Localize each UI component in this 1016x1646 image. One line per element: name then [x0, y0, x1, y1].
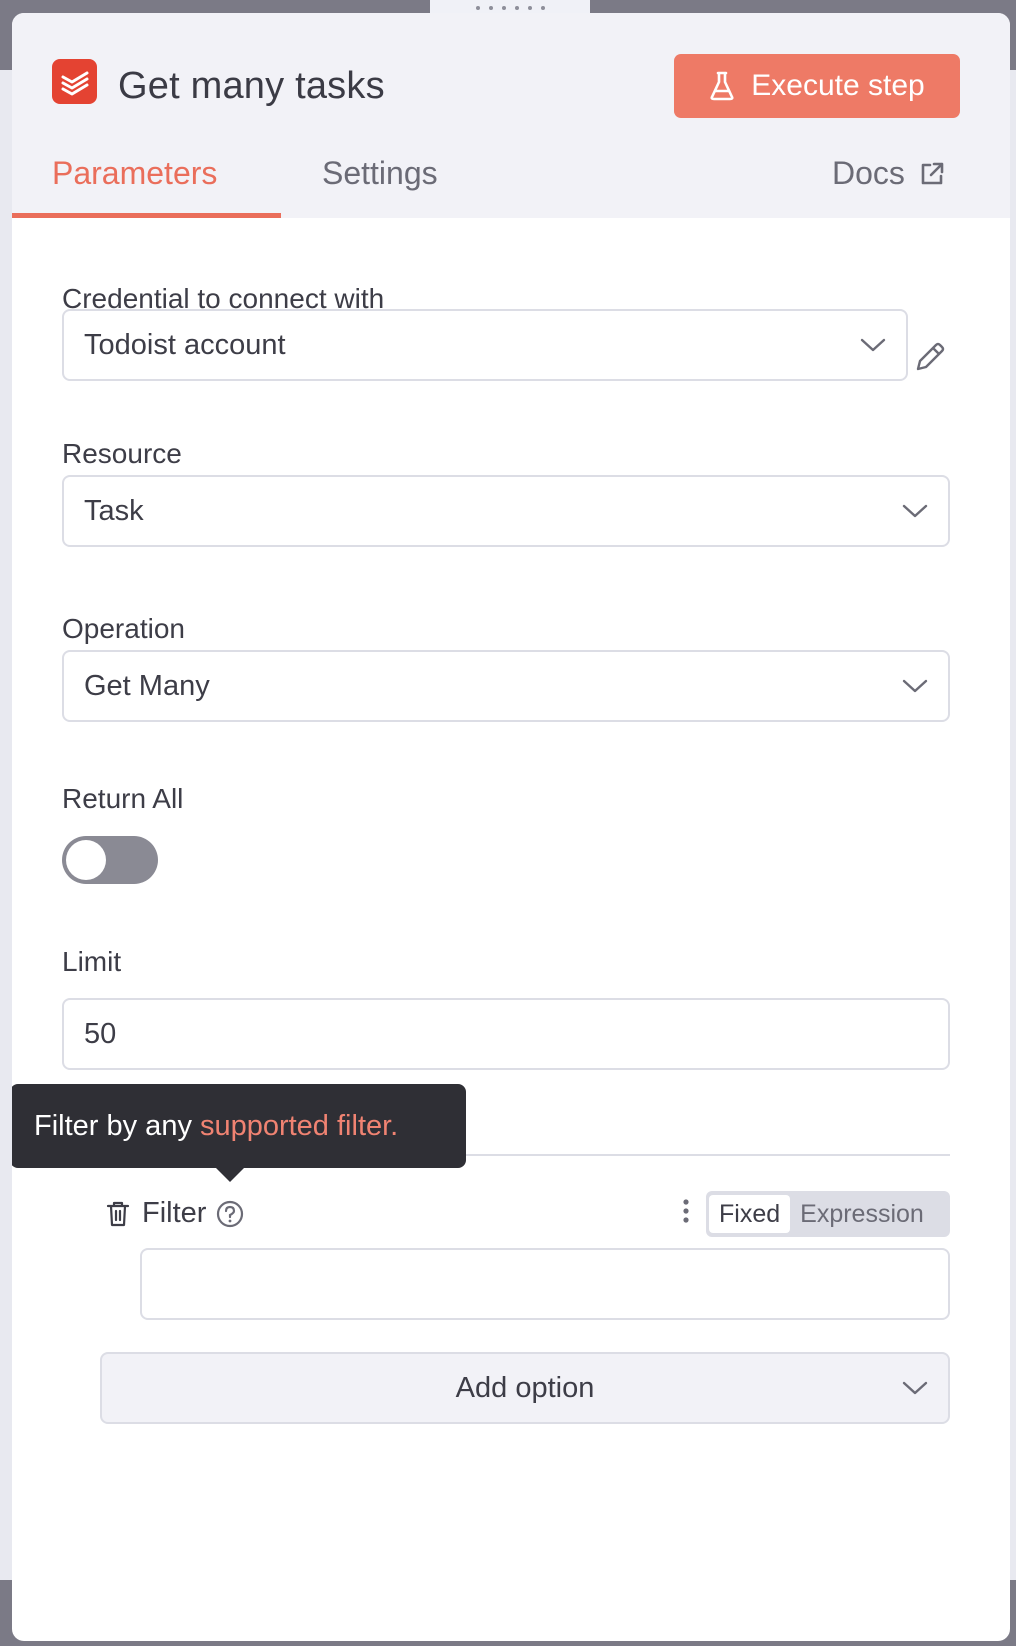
chevron-down-icon [860, 338, 886, 352]
chevron-down-icon [902, 504, 928, 518]
tooltip-arrow [216, 1168, 244, 1182]
return-all-toggle[interactable] [62, 836, 158, 884]
filter-help-tooltip: Filter by any supported filter. [12, 1084, 466, 1182]
filter-input[interactable] [140, 1248, 950, 1320]
limit-input[interactable]: 50 [62, 998, 950, 1070]
node-parameters-panel: Get many tasks Execute step Parameters S… [12, 13, 1010, 1641]
tab-parameters[interactable]: Parameters [52, 155, 217, 192]
resource-value: Task [84, 494, 144, 527]
edit-credential-pencil-icon[interactable] [912, 341, 946, 375]
filter-option-header: Filter [106, 1197, 244, 1230]
flask-icon [710, 71, 734, 101]
mode-fixed-button[interactable]: Fixed [709, 1195, 791, 1233]
fixed-expression-toggle: Fixed Expression [706, 1191, 950, 1237]
trash-icon[interactable] [106, 1200, 130, 1228]
filter-label: Filter [142, 1197, 207, 1229]
credential-value: Todoist account [84, 328, 286, 361]
toggle-knob [66, 840, 106, 880]
add-option-button[interactable]: Add option [100, 1352, 950, 1424]
execute-step-label: Execute step [751, 69, 925, 102]
mode-expression-button[interactable]: Expression [790, 1200, 924, 1229]
operation-select[interactable]: Get Many [62, 650, 950, 722]
canvas-left-edge [0, 70, 12, 1580]
todoist-icon [52, 59, 97, 104]
supported-filter-link[interactable]: supported filter. [200, 1110, 398, 1143]
resource-select[interactable]: Task [62, 475, 950, 547]
node-title[interactable]: Get many tasks [118, 65, 385, 108]
add-option-label: Add option [455, 1371, 595, 1404]
chevron-down-icon [902, 679, 928, 693]
credential-select[interactable]: Todoist account [62, 309, 908, 381]
return-all-label: Return All [62, 783, 184, 814]
active-tab-indicator [12, 213, 281, 218]
execute-step-button[interactable]: Execute step [674, 54, 960, 118]
operation-value: Get Many [84, 669, 210, 702]
question-circle-icon[interactable] [216, 1200, 244, 1228]
docs-link[interactable]: Docs [832, 155, 945, 192]
operation-label: Operation [62, 613, 185, 644]
tooltip-text: Filter by any [34, 1109, 192, 1142]
limit-label: Limit [62, 946, 122, 977]
external-link-icon [921, 162, 944, 184]
docs-label: Docs [832, 155, 905, 191]
chevron-down-icon [902, 1381, 928, 1395]
more-options-icon[interactable] [682, 1197, 690, 1225]
resource-label: Resource [62, 438, 182, 469]
tab-settings[interactable]: Settings [322, 155, 438, 192]
panel-header: Get many tasks Execute step Parameters S… [12, 13, 1010, 218]
limit-value: 50 [84, 1017, 117, 1050]
